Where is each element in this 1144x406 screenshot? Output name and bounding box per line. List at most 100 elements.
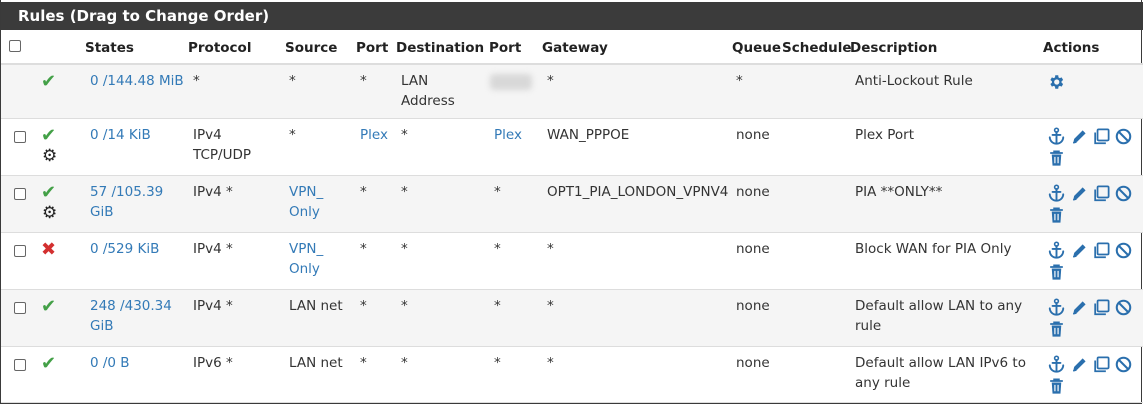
disable-icon[interactable] xyxy=(1114,241,1133,260)
states-link[interactable]: 57 /105.39 GiB xyxy=(90,182,163,222)
anchor-icon[interactable] xyxy=(1047,241,1066,260)
gateway-cell: OPT1_PIA_LONDON_VPNV4 xyxy=(547,184,729,200)
dest-port-cell: * xyxy=(494,184,501,200)
description-cell: Anti-Lockout Rule xyxy=(855,73,973,89)
destination-cell: * xyxy=(401,184,408,200)
source-port-cell: * xyxy=(360,73,367,89)
pencil-icon[interactable] xyxy=(1070,355,1089,374)
dest-port-cell: * xyxy=(494,298,501,314)
description-line: Default allow LAN to any xyxy=(855,298,1023,314)
source-line[interactable]: VPN_ xyxy=(289,239,323,259)
col-protocol: Protocol xyxy=(188,40,252,56)
check-icon: ✔ xyxy=(41,296,57,317)
source-port-link[interactable]: Plex xyxy=(360,127,388,143)
destination-cell: * xyxy=(401,355,408,371)
trash-icon[interactable] xyxy=(1047,149,1066,168)
table-row[interactable]: ✔ 0 /0 B IPv6 * LAN net * * * * none Def… xyxy=(1,347,1143,403)
col-port: Port xyxy=(356,40,389,56)
queue-cell: none xyxy=(736,127,770,143)
col-description: Description xyxy=(850,40,938,56)
protocol-line: TCP/UDP xyxy=(193,147,251,163)
queue-cell: none xyxy=(736,298,770,314)
queue-cell: none xyxy=(736,184,770,200)
panel-title: Rules (Drag to Change Order) xyxy=(1,2,1143,30)
source-line[interactable]: VPN_ xyxy=(289,182,323,202)
trash-icon[interactable] xyxy=(1047,263,1066,282)
gateway-cell: * xyxy=(547,298,554,314)
disable-icon[interactable] xyxy=(1114,298,1133,317)
source-alias-link[interactable]: VPN_ Only xyxy=(289,182,323,222)
gateway-cell: * xyxy=(547,73,554,89)
gear-icon[interactable] xyxy=(1047,73,1065,91)
copy-icon[interactable] xyxy=(1092,127,1111,146)
check-icon: ✔ xyxy=(41,125,57,146)
pencil-icon[interactable] xyxy=(1070,184,1089,203)
pencil-icon[interactable] xyxy=(1070,298,1089,317)
anchor-icon[interactable] xyxy=(1047,184,1066,203)
source-cell: * xyxy=(289,127,296,143)
row-checkbox[interactable] xyxy=(14,245,26,257)
col-states: States xyxy=(85,40,134,56)
pencil-icon[interactable] xyxy=(1070,241,1089,260)
disable-icon[interactable] xyxy=(1114,355,1133,374)
copy-icon[interactable] xyxy=(1092,184,1111,203)
destination-cell: * xyxy=(401,298,408,314)
states-line[interactable]: 57 /105.39 xyxy=(90,182,163,202)
states-link[interactable]: 248 /430.34 GiB xyxy=(90,296,172,336)
table-header: States Protocol Source Port Destination … xyxy=(1,31,1143,65)
dest-port-cell: * xyxy=(494,355,501,371)
row-checkbox[interactable] xyxy=(14,302,26,314)
table-row[interactable]: ✔ 248 /430.34 GiB IPv4 * LAN net * * * *… xyxy=(1,290,1143,347)
states-link[interactable]: 0 /144.48 MiB xyxy=(90,73,184,89)
destination-line: Address xyxy=(401,93,455,109)
col-queue: Queue xyxy=(732,40,782,56)
source-alias-link[interactable]: VPN_ Only xyxy=(289,239,323,279)
queue-cell: none xyxy=(736,241,770,257)
table-row[interactable]: ✔ ⚙ 57 /105.39 GiB IPv4 * VPN_ Only * * … xyxy=(1,176,1143,233)
description-line: Default allow LAN IPv6 to xyxy=(855,355,1026,371)
gateway-cell: WAN_PPPOE xyxy=(547,127,630,143)
destination-cell: * xyxy=(401,241,408,257)
check-icon: ✔ xyxy=(41,71,57,92)
protocol-cell: IPv4 * xyxy=(193,241,233,257)
anchor-icon[interactable] xyxy=(1047,355,1066,374)
trash-icon[interactable] xyxy=(1047,206,1066,225)
anchor-icon[interactable] xyxy=(1047,127,1066,146)
row-checkbox[interactable] xyxy=(14,188,26,200)
select-all-checkbox[interactable] xyxy=(9,40,21,52)
source-line[interactable]: Only xyxy=(289,202,323,222)
copy-icon[interactable] xyxy=(1092,241,1111,260)
source-line[interactable]: Only xyxy=(289,259,323,279)
source-port-cell: * xyxy=(360,298,367,314)
copy-icon[interactable] xyxy=(1092,355,1111,374)
protocol-cell: * xyxy=(193,73,200,89)
check-icon: ✔ xyxy=(41,353,57,374)
disable-icon[interactable] xyxy=(1114,184,1133,203)
trash-icon[interactable] xyxy=(1047,377,1066,396)
table-row[interactable]: ✖ 0 /529 KiB IPv4 * VPN_ Only * * * * no… xyxy=(1,233,1143,290)
source-cell: LAN net xyxy=(289,298,343,314)
states-link[interactable]: 0 /0 B xyxy=(90,355,130,371)
description-cell: Plex Port xyxy=(855,127,915,143)
states-link[interactable]: 0 /529 KiB xyxy=(90,241,159,257)
gear-icon: ⚙ xyxy=(42,203,58,223)
states-link[interactable]: 0 /14 KiB xyxy=(90,127,151,143)
states-line[interactable]: GiB xyxy=(90,202,163,222)
states-line[interactable]: GiB xyxy=(90,316,172,336)
source-cell: LAN net xyxy=(289,355,343,371)
anchor-icon[interactable] xyxy=(1047,298,1066,317)
trash-icon[interactable] xyxy=(1047,320,1066,339)
row-checkbox[interactable] xyxy=(14,359,26,371)
copy-icon[interactable] xyxy=(1092,298,1111,317)
row-checkbox[interactable] xyxy=(14,131,26,143)
table-row[interactable]: ✔ 0 /144.48 MiB * * * LAN Address * * An… xyxy=(1,65,1143,119)
destination-cell: LAN Address xyxy=(401,71,455,111)
source-port-cell: * xyxy=(360,355,367,371)
pencil-icon[interactable] xyxy=(1070,127,1089,146)
states-line[interactable]: 248 /430.34 xyxy=(90,296,172,316)
source-port-cell: * xyxy=(360,184,367,200)
disable-icon[interactable] xyxy=(1114,127,1133,146)
description-cell: Block WAN for PIA Only xyxy=(855,241,1012,257)
dest-port-link[interactable]: Plex xyxy=(494,127,522,143)
table-row[interactable]: ✔ ⚙ 0 /14 KiB IPv4 TCP/UDP * Plex * Plex… xyxy=(1,119,1143,176)
